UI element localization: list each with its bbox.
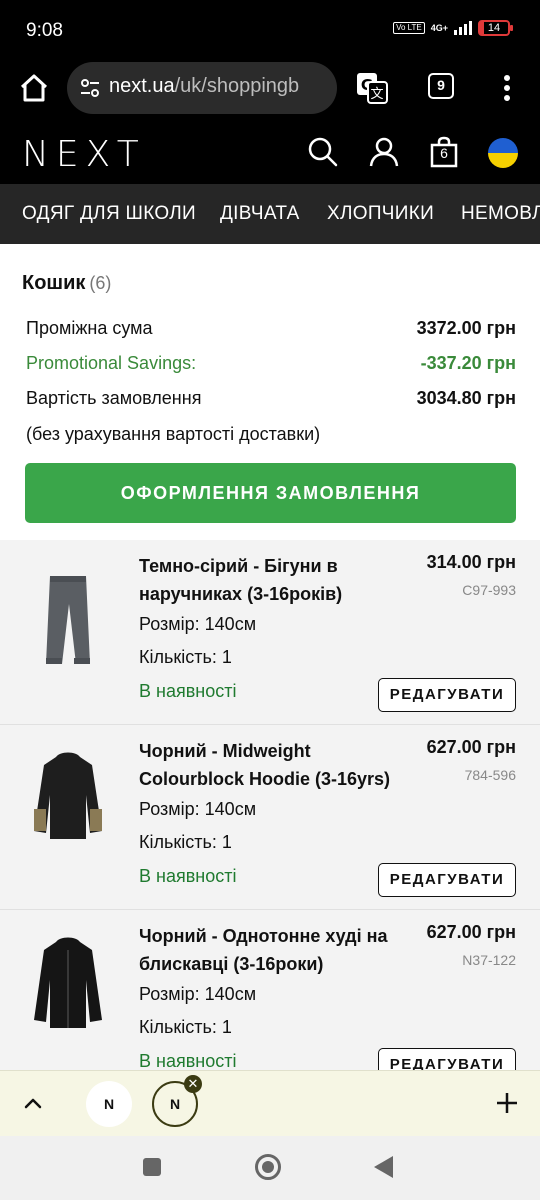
browser-toolbar: next.ua/uk/shoppingb G 文 9 (0, 60, 540, 120)
battery-icon: 14 (478, 20, 513, 36)
basket-title: Кошик (6) (22, 272, 111, 295)
category-girls[interactable]: ДІВЧАТА (220, 203, 300, 225)
basket-title-text: Кошик (22, 272, 86, 294)
item-price: 627.00 грн (426, 737, 516, 757)
item-quantity: Кількість: 1 (139, 832, 232, 852)
order-total-value: 3034.80 грн (416, 388, 516, 408)
ukraine-flag-icon[interactable] (488, 138, 518, 168)
url-path: /uk/shoppingb (174, 75, 300, 97)
product-image-joggers[interactable] (22, 554, 114, 682)
promo-value: -337.20 грн (420, 353, 516, 373)
network-type: 4G+ (430, 22, 448, 33)
search-icon[interactable] (307, 136, 339, 168)
basket-count: (6) (89, 273, 112, 293)
svg-text:文: 文 (370, 87, 383, 102)
close-tab-icon[interactable]: ✕ (184, 1075, 202, 1093)
basket-items: Темно-сірий - Бігуни в наручниках (3-16р… (0, 540, 540, 1070)
product-image-zip-hoodie[interactable] (22, 924, 114, 1052)
edit-item-button[interactable]: РЕДАГУВАТИ (378, 863, 516, 897)
item-size: Розмір: 140см (139, 614, 257, 634)
item-name[interactable]: Чорний - Midweight Colourblock Hoodie (3… (139, 737, 414, 793)
system-navigation (0, 1136, 540, 1200)
account-icon[interactable] (368, 136, 400, 168)
url-text[interactable]: next.ua/uk/shoppingb (109, 75, 299, 98)
site-header: NEXT 6 (0, 120, 540, 184)
item-stock-status: В наявності (139, 866, 237, 886)
product-image-hoodie[interactable] (22, 739, 114, 867)
new-tab-icon[interactable] (494, 1090, 520, 1116)
shopping-bag-button[interactable]: 6 (428, 136, 460, 168)
translate-icon[interactable]: G 文 (355, 71, 389, 105)
category-school[interactable]: ОДЯГ ДЛЯ ШКОЛИ (22, 203, 196, 225)
tab-switcher-button[interactable]: 9 (428, 73, 454, 99)
order-total-label: Вартість замовлення (26, 388, 202, 408)
basket-item: Темно-сірий - Бігуни в наручниках (3-16р… (0, 540, 540, 725)
item-quantity: Кількість: 1 (139, 647, 232, 667)
back-icon[interactable] (374, 1156, 393, 1178)
url-host: next.ua (109, 75, 175, 97)
more-menu-icon[interactable] (497, 72, 517, 104)
chevron-up-icon[interactable] (21, 1091, 45, 1115)
home-icon[interactable] (16, 70, 52, 106)
item-code: 784-596 (464, 767, 516, 783)
battery-level: 14 (487, 22, 501, 34)
edit-item-button[interactable]: РЕДАГУВАТИ (378, 678, 516, 712)
site-settings-icon[interactable] (79, 77, 101, 99)
next-logo[interactable]: NEXT (22, 137, 146, 173)
subtotal-value: 3372.00 грн (416, 318, 516, 338)
item-price: 314.00 грн (426, 552, 516, 572)
item-price: 627.00 грн (426, 922, 516, 942)
item-size: Розмір: 140см (139, 799, 257, 819)
category-nav: ОДЯГ ДЛЯ ШКОЛИ ДІВЧАТА ХЛОПЧИКИ НЕМОВЛ (0, 184, 540, 244)
checkout-button[interactable]: ОФОРМЛЕННЯ ЗАМОВЛЕННЯ (25, 463, 516, 523)
tab-strip: N N (0, 1070, 540, 1136)
status-indicators: Vo LTE 4G+ 14 (393, 20, 513, 36)
delivery-note: (без урахування вартості доставки) (26, 424, 321, 444)
item-stock-status: В наявності (139, 681, 237, 701)
item-name[interactable]: Темно-сірий - Бігуни в наручниках (3-16р… (139, 552, 414, 608)
category-babies[interactable]: НЕМОВЛ (461, 203, 540, 225)
item-stock-status: В наявності (139, 1051, 237, 1070)
edit-item-button[interactable]: РЕДАГУВАТИ (378, 1048, 516, 1070)
item-size: Розмір: 140см (139, 984, 257, 1004)
category-boys[interactable]: ХЛОПЧИКИ (327, 203, 434, 225)
item-name[interactable]: Чорний - Однотонне худі на блискавці (3-… (139, 922, 414, 978)
promo-label: Promotional Savings: (26, 353, 197, 373)
item-code: C97-993 (462, 582, 516, 598)
item-code: N37-122 (462, 952, 516, 968)
volte-icon: Vo LTE (393, 22, 425, 34)
basket-item: Чорний - Midweight Colourblock Hoodie (3… (0, 725, 540, 910)
home-nav-icon[interactable] (255, 1154, 281, 1180)
recents-icon[interactable] (143, 1158, 161, 1176)
item-quantity: Кількість: 1 (139, 1017, 232, 1037)
signal-icon (454, 21, 472, 35)
subtotal-label: Проміжна сума (26, 318, 153, 338)
status-time: 9:08 (26, 20, 63, 41)
basket-item: Чорний - Однотонне худі на блискавці (3-… (0, 910, 540, 1070)
tab-thumbnail[interactable]: N (86, 1081, 132, 1127)
status-bar: 9:08 Vo LTE 4G+ 14 (0, 0, 540, 60)
address-bar[interactable]: next.ua/uk/shoppingb (67, 62, 337, 114)
bag-count: 6 (440, 145, 448, 161)
